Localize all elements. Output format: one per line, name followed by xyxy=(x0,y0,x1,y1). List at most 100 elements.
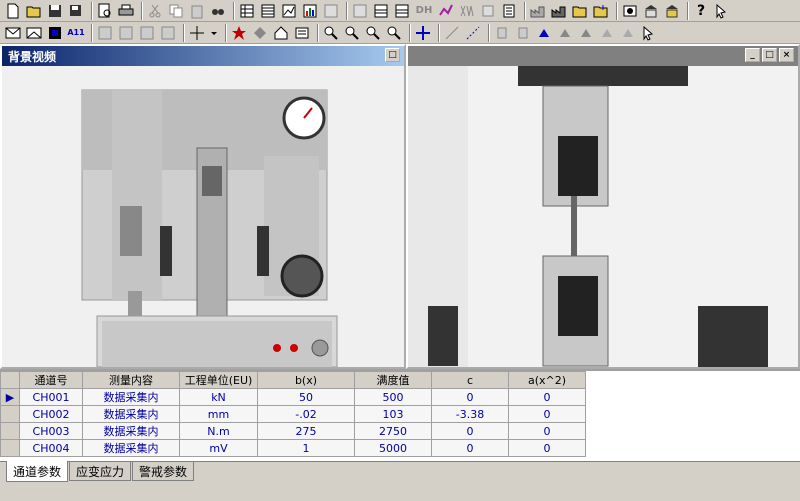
zoom-fit-icon[interactable] xyxy=(364,24,382,42)
table-icon[interactable] xyxy=(238,2,256,20)
dropdown-arrow-icon[interactable] xyxy=(209,24,219,42)
table-cell[interactable]: 103 xyxy=(354,405,432,423)
library-icon[interactable] xyxy=(642,2,660,20)
xw-icon[interactable] xyxy=(458,2,476,20)
home-icon[interactable] xyxy=(272,24,290,42)
window-titlebar[interactable]: 背景视频 □ xyxy=(2,46,404,66)
report-icon[interactable] xyxy=(351,2,369,20)
row-selector[interactable] xyxy=(0,422,20,440)
align-justify-icon[interactable] xyxy=(159,24,177,42)
table-cell[interactable]: 2750 xyxy=(354,422,432,440)
window-titlebar[interactable]: _ □ × xyxy=(408,46,798,66)
table-cell[interactable]: 0 xyxy=(508,422,586,440)
column-header[interactable]: 测量内容 xyxy=(82,371,180,389)
table-cell[interactable]: CH004 xyxy=(19,439,83,457)
table-cell[interactable]: 0 xyxy=(431,439,509,457)
table-cell[interactable]: 275 xyxy=(257,422,355,440)
cut-icon[interactable] xyxy=(146,2,164,20)
chart-icon[interactable] xyxy=(280,2,298,20)
arrow1-icon[interactable] xyxy=(577,24,595,42)
table-cell[interactable]: 5000 xyxy=(354,439,432,457)
fill-icon[interactable] xyxy=(535,24,553,42)
table-cell[interactable]: 1 xyxy=(257,439,355,457)
export-icon[interactable] xyxy=(479,2,497,20)
table-cell[interactable]: CH002 xyxy=(19,405,83,423)
table-cell[interactable]: N.m xyxy=(179,422,258,440)
align-center-icon[interactable] xyxy=(117,24,135,42)
mail-icon[interactable] xyxy=(25,24,43,42)
copy-icon[interactable] xyxy=(167,2,185,20)
table-cell[interactable]: 50 xyxy=(257,388,355,406)
help-icon[interactable]: ? xyxy=(692,2,710,20)
line-tool-icon[interactable] xyxy=(443,24,461,42)
save-all-icon[interactable] xyxy=(67,2,85,20)
save-icon[interactable] xyxy=(46,2,64,20)
zoom-custom-icon[interactable] xyxy=(385,24,403,42)
calc-icon[interactable] xyxy=(500,2,518,20)
list-icon[interactable] xyxy=(393,2,411,20)
envelope-icon[interactable] xyxy=(4,24,22,42)
minimize-icon[interactable]: _ xyxy=(745,48,760,62)
print-preview-icon[interactable] xyxy=(96,2,114,20)
print2-icon[interactable] xyxy=(293,24,311,42)
folder-open-icon[interactable] xyxy=(571,2,589,20)
table-cell[interactable]: 0 xyxy=(431,422,509,440)
maximize-icon[interactable]: □ xyxy=(385,48,400,62)
dash-tool-icon[interactable] xyxy=(464,24,482,42)
column-header[interactable]: 通道号 xyxy=(19,371,83,389)
factory-icon[interactable] xyxy=(529,2,547,20)
tools-icon[interactable] xyxy=(621,2,639,20)
current-row-arrow-icon[interactable]: ▶ xyxy=(0,388,20,406)
list-icon[interactable] xyxy=(372,2,390,20)
row-selector[interactable] xyxy=(0,439,20,457)
arrow2-icon[interactable] xyxy=(598,24,616,42)
building-icon[interactable] xyxy=(550,2,568,20)
a11-icon[interactable]: A11 xyxy=(67,24,85,42)
hand-cursor-icon[interactable] xyxy=(640,24,658,42)
table-cell[interactable]: 500 xyxy=(354,388,432,406)
column-header[interactable]: 满度值 xyxy=(354,371,432,389)
find-icon[interactable] xyxy=(209,2,227,20)
table-cell[interactable]: 0 xyxy=(508,388,586,406)
table-cell[interactable]: 0 xyxy=(431,388,509,406)
table-row[interactable]: CH003 数据采集内 N.m 275 2750 0 0 xyxy=(0,422,586,440)
column-header[interactable]: 工程单位(EU) xyxy=(179,371,258,389)
column-header[interactable]: c xyxy=(431,371,509,389)
folder-save-icon[interactable] xyxy=(592,2,610,20)
tab-alarm-params[interactable]: 警戒参数 xyxy=(132,462,195,481)
table-cell[interactable]: -3.38 xyxy=(431,405,509,423)
arrow3-icon[interactable] xyxy=(619,24,637,42)
table-cell[interactable]: 数据采集内 xyxy=(82,439,180,457)
bar-chart-icon[interactable] xyxy=(301,2,319,20)
text-dh-label[interactable]: DH xyxy=(414,2,434,20)
tab-channel-params[interactable]: 通道参数 xyxy=(6,461,69,482)
print-icon[interactable] xyxy=(117,2,135,20)
align-left-icon[interactable] xyxy=(96,24,114,42)
clip2-icon[interactable] xyxy=(514,24,532,42)
table-row[interactable]: ▶ CH001 数据采集内 kN 50 500 0 0 xyxy=(0,388,586,406)
pointer-help-icon[interactable] xyxy=(713,2,731,20)
align-right-icon[interactable] xyxy=(138,24,156,42)
pan-icon[interactable] xyxy=(414,24,432,42)
table-cell[interactable]: 数据采集内 xyxy=(82,422,180,440)
table-cell[interactable]: mm xyxy=(179,405,258,423)
new-icon[interactable] xyxy=(4,2,22,20)
column-header[interactable]: b(x) xyxy=(257,371,355,389)
table-row[interactable]: CH004 数据采集内 mV 1 5000 0 0 xyxy=(0,439,586,457)
bank-icon[interactable] xyxy=(663,2,681,20)
move-icon[interactable] xyxy=(251,24,269,42)
table-cell[interactable]: 数据采集内 xyxy=(82,388,180,406)
image-icon[interactable] xyxy=(322,2,340,20)
tab-strain-stress[interactable]: 应变应力 xyxy=(69,462,132,481)
row-selector[interactable] xyxy=(0,405,20,423)
record-icon[interactable] xyxy=(230,24,248,42)
table-cell[interactable]: CH001 xyxy=(19,388,83,406)
table-cell[interactable]: -.02 xyxy=(257,405,355,423)
paste-icon[interactable] xyxy=(188,2,206,20)
clip1-icon[interactable] xyxy=(493,24,511,42)
open-icon[interactable] xyxy=(25,2,43,20)
black-square-icon[interactable] xyxy=(46,24,64,42)
table-cell[interactable]: mV xyxy=(179,439,258,457)
grid-icon[interactable] xyxy=(259,2,277,20)
zoom-out-icon[interactable] xyxy=(343,24,361,42)
